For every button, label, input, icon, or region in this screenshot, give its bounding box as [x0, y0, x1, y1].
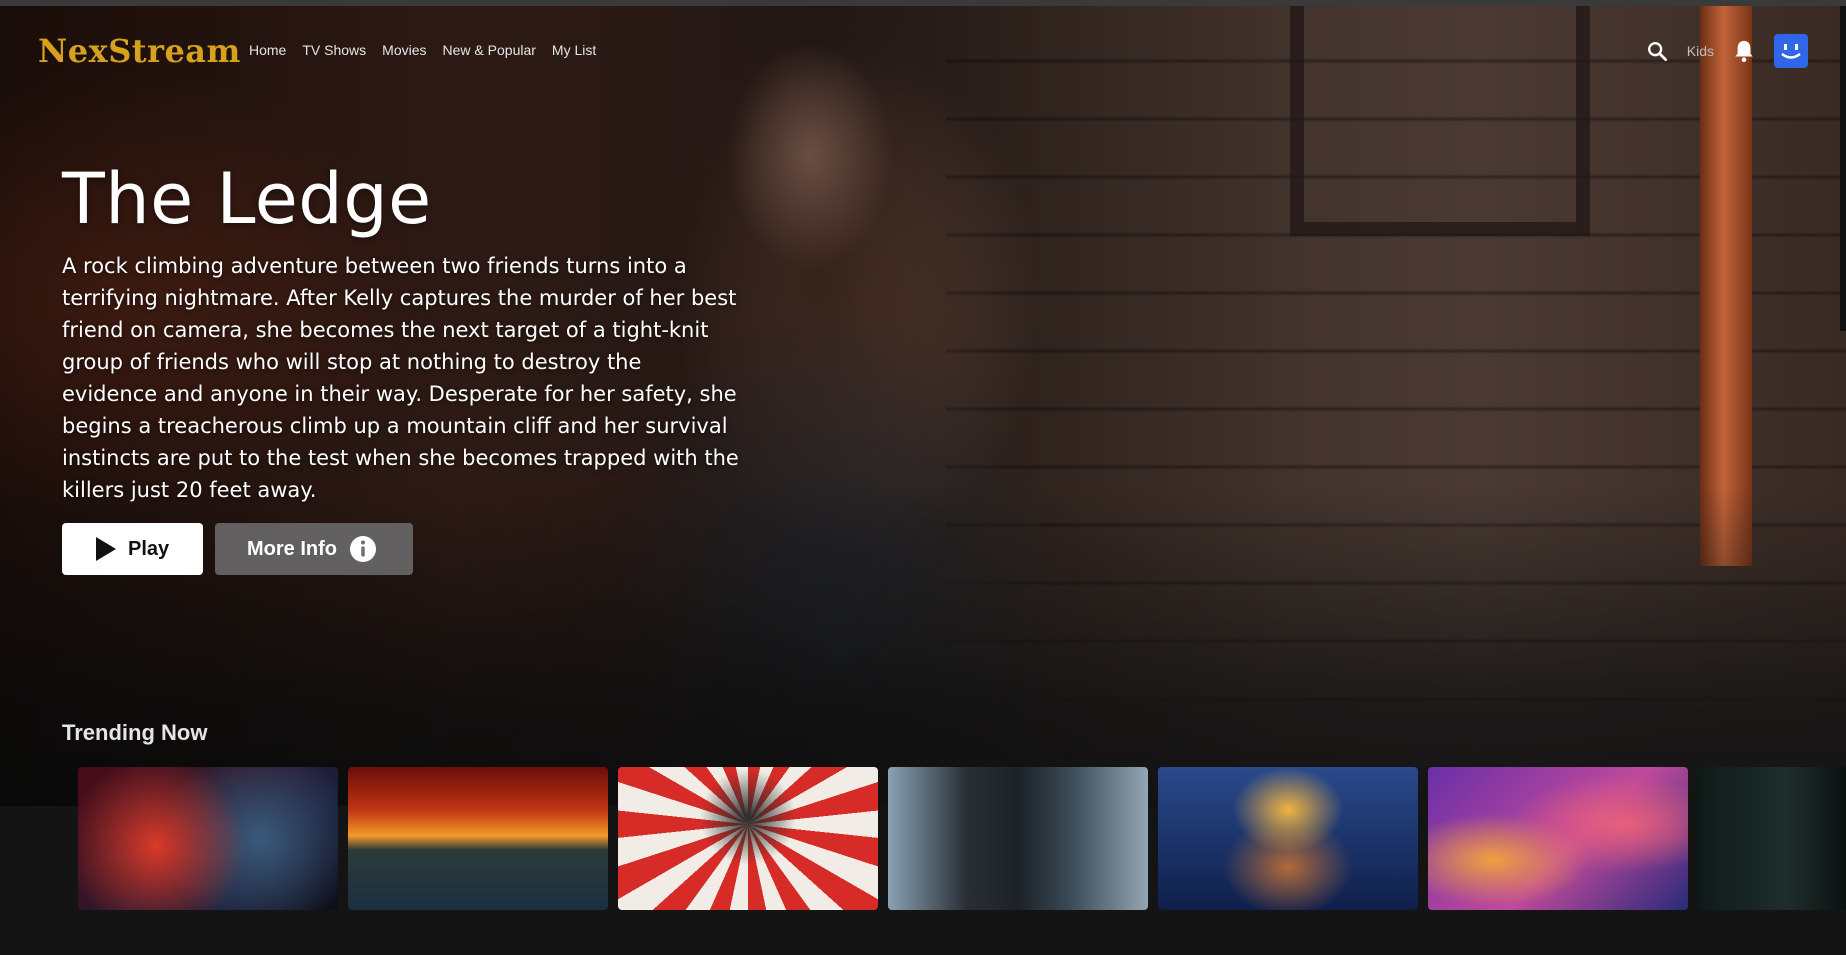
avatar[interactable] — [1774, 34, 1808, 68]
more-info-button[interactable]: More Info — [215, 523, 413, 575]
bell-icon[interactable] — [1732, 39, 1756, 63]
row-title-trending: Trending Now — [62, 720, 208, 745]
play-button-label: Play — [128, 537, 170, 560]
nav-link-home[interactable]: Home — [249, 42, 286, 58]
kids-link[interactable]: Kids — [1687, 43, 1714, 59]
smile-icon — [1781, 44, 1801, 59]
row-thumbnail[interactable] — [888, 767, 1148, 910]
scrollbar[interactable] — [1840, 6, 1846, 331]
nav-link-tv-shows[interactable]: TV Shows — [302, 42, 366, 58]
row-thumbnail[interactable] — [78, 767, 338, 910]
nav-links: Home TV Shows Movies New & Popular My Li… — [249, 42, 596, 58]
info-icon — [350, 536, 376, 562]
more-info-button-label: More Info — [247, 537, 337, 560]
hero-title: The Ledge — [62, 158, 432, 240]
hero-description: A rock climbing adventure between two fr… — [62, 254, 739, 502]
top-navigation: NexStream Home TV Shows Movies New & Pop… — [0, 6, 1846, 96]
play-button[interactable]: Play — [62, 523, 203, 575]
play-icon — [96, 537, 116, 561]
nav-link-my-list[interactable]: My List — [552, 42, 596, 58]
row-thumbnail[interactable] — [618, 767, 878, 910]
row-thumbnail[interactable] — [1428, 767, 1688, 910]
nav-link-movies[interactable]: Movies — [382, 42, 426, 58]
row-thumbnail[interactable] — [1698, 767, 1846, 910]
nav-actions: Kids — [1645, 34, 1808, 68]
row-thumbnail[interactable] — [348, 767, 608, 910]
row-thumbnail[interactable] — [1158, 767, 1418, 910]
nav-link-new-popular[interactable]: New & Popular — [443, 42, 536, 58]
search-icon[interactable] — [1645, 39, 1669, 63]
brand-logo[interactable]: NexStream — [38, 32, 241, 70]
